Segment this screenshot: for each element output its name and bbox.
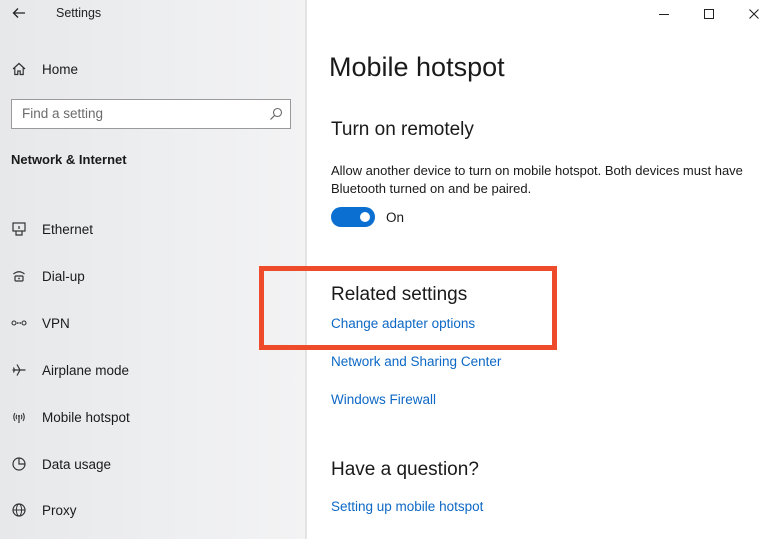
sidebar-item-home[interactable]: Home [0,54,305,84]
question-heading: Have a question? [331,459,479,480]
back-arrow-icon [12,8,25,18]
maximize-icon [704,9,714,19]
dialup-icon [10,267,28,285]
sidebar-item-ethernet[interactable]: Ethernet [0,214,305,244]
page-title: Mobile hotspot [329,52,505,82]
windows-firewall-link[interactable]: Windows Firewall [331,392,436,407]
remote-toggle[interactable] [331,207,375,227]
maximize-button[interactable] [698,4,720,24]
hotspot-icon [10,408,28,426]
sidebar-item-data-usage[interactable]: Data usage [0,449,305,479]
back-button[interactable] [10,4,28,22]
section-title: Network & Internet [11,152,127,167]
remote-description: Allow another device to turn on mobile h… [331,163,743,196]
sidebar-item-label: Data usage [42,456,112,472]
ethernet-icon [10,220,28,238]
toggle-state-label: On [386,210,405,225]
vpn-icon [10,314,28,332]
sidebar-item-label: Proxy [42,502,77,518]
sidebar-item-proxy[interactable]: Proxy [0,495,305,525]
minimize-icon [659,14,669,15]
sidebar-item-label: Ethernet [42,221,94,237]
sidebar-item-label: Airplane mode [42,362,130,378]
sidebar-item-label: Mobile hotspot [42,409,130,425]
proxy-icon [10,501,28,519]
search-icon[interactable] [268,106,284,122]
home-icon [10,60,28,78]
close-button[interactable] [743,4,762,24]
search-input[interactable] [12,100,272,127]
toggle-knob [360,212,370,222]
close-icon [749,9,759,19]
network-sharing-center-link[interactable]: Network and Sharing Center [331,354,501,369]
search-box [11,99,291,129]
sidebar-item-airplane-mode[interactable]: Airplane mode [0,355,305,385]
app-title: Settings [56,6,102,20]
sidebar-item-mobile-hotspot[interactable]: Mobile hotspot [0,402,305,432]
remote-heading: Turn on remotely [331,119,474,140]
highlight-box [259,266,557,350]
data-usage-icon [10,455,28,473]
sidebar-item-label: VPN [42,315,70,331]
sidebar-item-label: Home [42,61,79,77]
airplane-icon [10,361,28,379]
setting-up-hotspot-link[interactable]: Setting up mobile hotspot [331,499,483,514]
minimize-button[interactable] [653,4,675,24]
sidebar-item-label: Dial-up [42,268,85,284]
